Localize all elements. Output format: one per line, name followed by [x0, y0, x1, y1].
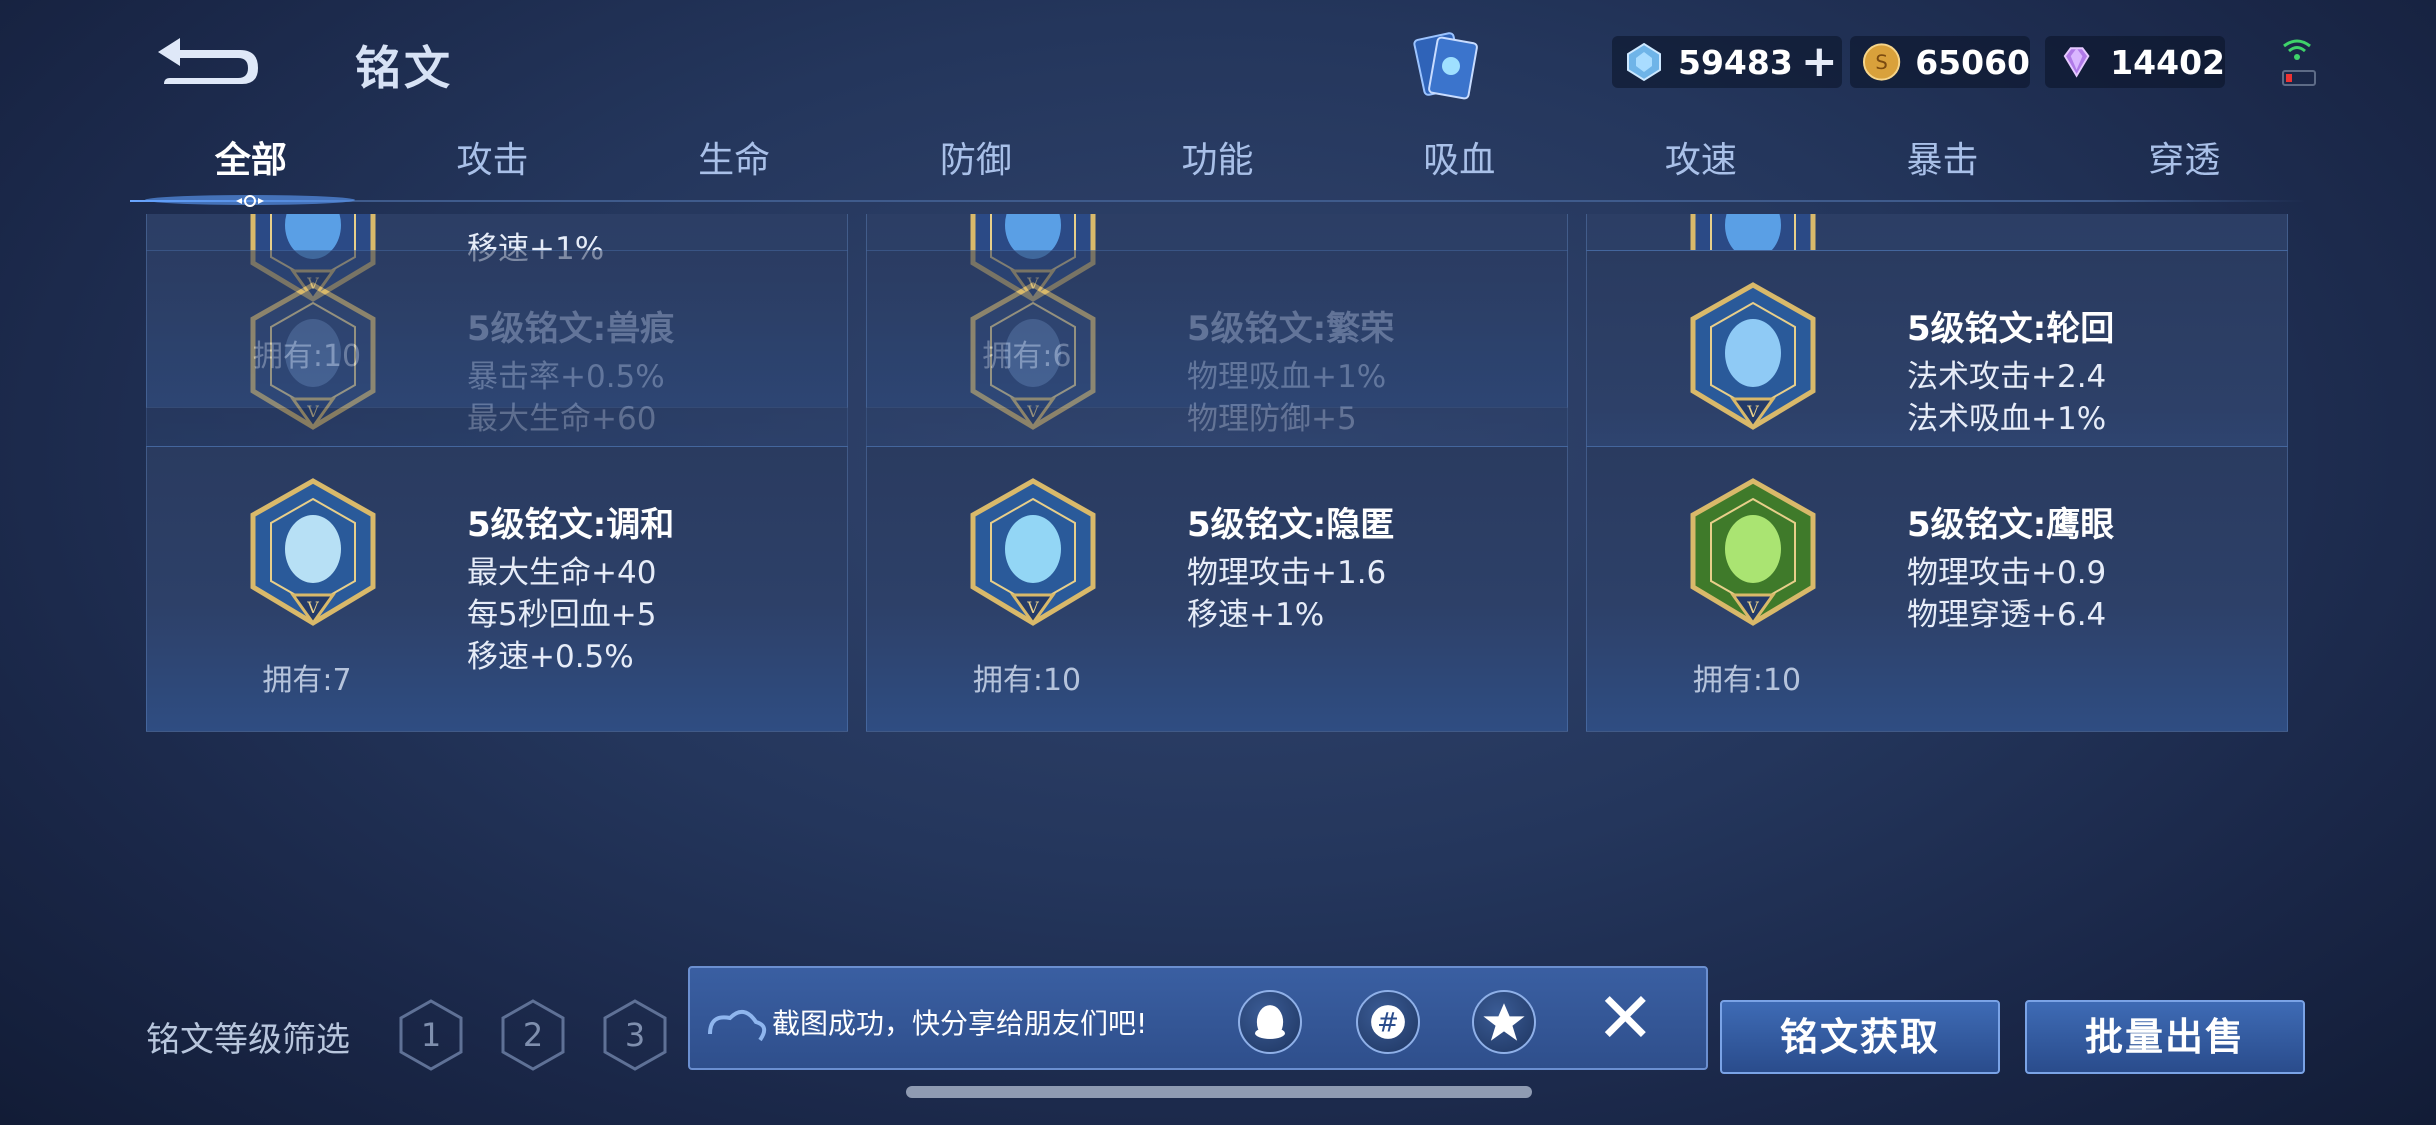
rune-card[interactable]: V 5级铭文:鹰眼物理攻击+0.9 物理穿透+6.4 拥有:10 — [1586, 446, 2288, 732]
svg-text:V: V — [306, 598, 319, 617]
level-filter-label-2: 2 — [523, 1016, 543, 1054]
rune-title: 5级铭文:调和 — [467, 505, 675, 545]
tab-8[interactable]: 穿透 — [2063, 130, 2305, 200]
cloud-swirl-icon — [708, 1010, 767, 1042]
svg-text:V: V — [1746, 402, 1759, 421]
level-filter-label-1: 1 — [421, 1016, 441, 1054]
tab-divider — [130, 200, 2305, 202]
rune-attribute: 法术吸血+1% — [1907, 401, 2107, 437]
share-toast: 截图成功，快分享给朋友们吧! # ✕ — [688, 966, 1708, 1070]
rune-attribute: 移速+1% — [1187, 597, 1325, 633]
rune-attribute: 最大生命+60 — [467, 401, 657, 437]
tab-2[interactable]: 生命 — [613, 130, 855, 200]
close-icon[interactable]: ✕ — [1596, 978, 1655, 1058]
plus-icon[interactable]: + — [1801, 40, 1838, 84]
rune-attribute: 法术攻击+2.4 — [1907, 359, 2107, 395]
rune-title: 5级铭文:轮回 — [1907, 309, 2115, 349]
qzone-star-icon[interactable] — [1472, 990, 1536, 1054]
wifi-icon — [2283, 39, 2311, 60]
rune-attribute: 暴击率+0.5% — [467, 359, 665, 395]
tab-active-indicator — [145, 195, 355, 207]
back-arrow-icon[interactable] — [150, 28, 260, 92]
currency-gold: S 65060 — [1850, 36, 2030, 88]
tab-7[interactable]: 暴击 — [1822, 130, 2064, 200]
currency-gem: 14402 — [2045, 36, 2225, 88]
rune-owned-count: 拥有:7 — [262, 663, 352, 698]
rune-attribute: 物理攻击+0.9 — [1907, 555, 2107, 591]
bulk-sell-button[interactable]: 批量出售 — [2025, 1000, 2305, 1074]
gem-icon — [2063, 47, 2090, 78]
page-title: 铭文 — [355, 41, 453, 95]
share-toast-text: 截图成功，快分享给朋友们吧! — [772, 1007, 1148, 1040]
rune-card[interactable]: V 5级铭文:隐匿物理攻击+1.6 移速+1% 拥有:10 — [866, 446, 1568, 732]
tab-0[interactable]: 全部 — [130, 130, 372, 200]
rune-reincarnation-icon: V — [1690, 282, 1816, 430]
svg-text:V: V — [306, 402, 319, 421]
rune-attribute: 最大生命+40 — [467, 555, 657, 591]
level-filter-1[interactable]: 1 — [398, 998, 464, 1072]
gem-count: 14402 — [2110, 42, 2225, 82]
tab-1[interactable]: 攻击 — [372, 130, 614, 200]
rune-attribute: 物理穿透+6.4 — [1907, 597, 2107, 633]
gold-coin-icon: S — [1862, 43, 1901, 81]
rune-owned-count: 拥有:10 — [972, 663, 1082, 698]
rune-prosperity-icon: V — [970, 282, 1096, 430]
level-filter-3[interactable]: 3 — [602, 998, 668, 1072]
level-filter-label-3: 3 — [625, 1016, 645, 1054]
rune-attribute: 移速+0.5% — [467, 639, 634, 675]
level-filter-label: 铭文等级筛选 — [146, 1020, 350, 1060]
currency-diamond: 59483 + — [1612, 36, 1842, 88]
rune-grid: V移速+1%拥有:10V拥有:6V拥有:10V5级铭文:兽痕暴击率+0.5%最大… — [146, 214, 2288, 944]
home-indicator[interactable] — [906, 1086, 1532, 1098]
tab-bar: 全部 攻击 生命 防御 功能 吸血 攻速 暴击 穿透 — [130, 130, 2305, 200]
svg-text:V: V — [1026, 598, 1039, 617]
rune-owned-count: 拥有:10 — [1692, 663, 1802, 698]
svg-text:#: # — [1377, 1008, 1399, 1038]
svg-text:V: V — [1746, 598, 1759, 617]
rune-title: 5级铭文:鹰眼 — [1907, 505, 2115, 545]
gold-count: 65060 — [1915, 42, 2030, 82]
rune-attribute: 物理防御+5 — [1187, 401, 1357, 437]
diamond-count: 59483 — [1678, 42, 1793, 82]
svg-text:S: S — [1875, 51, 1887, 74]
rune-hidden-icon: V — [970, 478, 1096, 626]
card-event-icon[interactable] — [1405, 28, 1485, 106]
tab-6[interactable]: 攻速 — [1580, 130, 1822, 200]
level-filter-2[interactable]: 2 — [500, 998, 566, 1072]
rune-attribute: 物理吸血+1% — [1187, 359, 1387, 395]
rune-acquire-button[interactable]: 铭文获取 — [1720, 1000, 2000, 1074]
rune-title: 5级铭文:兽痕 — [467, 309, 675, 349]
rune-beast-mark-icon: V — [250, 282, 376, 430]
tab-5[interactable]: 吸血 — [1338, 130, 1580, 200]
rune-attribute: 每5秒回血+5 — [467, 597, 657, 633]
battery-icon — [2282, 70, 2316, 86]
rune-card[interactable]: V 5级铭文:调和最大生命+40 每5秒回血+5 移速+0.5% 拥有:7 — [146, 446, 848, 732]
tab-4[interactable]: 功能 — [1097, 130, 1339, 200]
rune-harmony-icon: V — [250, 478, 376, 626]
rune-hawk-eye-icon: V — [1690, 478, 1816, 626]
tab-3[interactable]: 防御 — [855, 130, 1097, 200]
svg-text:V: V — [1026, 402, 1039, 421]
diamond-icon — [1627, 42, 1661, 82]
rune-title: 5级铭文:繁荣 — [1187, 309, 1395, 349]
topic-hashtag-icon[interactable]: # — [1356, 990, 1420, 1054]
rune-attribute: 物理攻击+1.6 — [1187, 555, 1387, 591]
rune-title: 5级铭文:隐匿 — [1187, 505, 1395, 545]
qq-icon[interactable] — [1238, 990, 1302, 1054]
